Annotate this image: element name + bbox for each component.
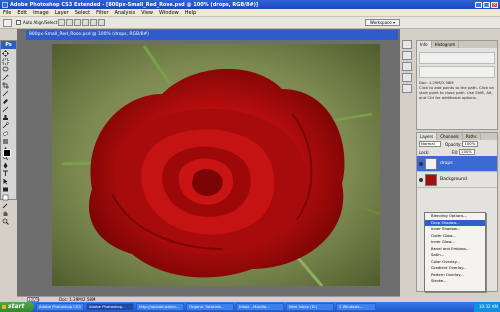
- eyedropper-tool-icon[interactable]: [2, 202, 9, 209]
- menu-view[interactable]: View: [138, 10, 156, 16]
- actions-panel-icon[interactable]: [402, 51, 412, 60]
- maximize-button[interactable]: □: [483, 1, 490, 8]
- menu-bar: File Edit Image Layer Select Filter Anal…: [0, 9, 500, 17]
- move-tool-icon[interactable]: [2, 50, 9, 57]
- tab-layers[interactable]: Layers: [417, 133, 438, 140]
- tab-paths[interactable]: Paths: [463, 133, 481, 140]
- healing-brush-tool-icon[interactable]: [2, 98, 9, 105]
- layer-name: Background: [440, 177, 467, 182]
- menu-item-stroke[interactable]: Stroke...: [425, 278, 485, 285]
- marquee-tool-icon[interactable]: [2, 58, 9, 65]
- fill-label: Fill:: [451, 149, 459, 155]
- clone-stamp-tool-icon[interactable]: [2, 114, 9, 121]
- tab-info[interactable]: Info: [417, 41, 432, 48]
- brush-tool-icon[interactable]: [2, 106, 9, 113]
- visibility-eye-icon[interactable]: [419, 161, 423, 166]
- tab-channels[interactable]: Channels: [437, 133, 463, 140]
- collapsed-panel-icons: [402, 40, 414, 100]
- menu-select[interactable]: Select: [72, 10, 93, 16]
- layer-thumbnail: [425, 157, 437, 170]
- layer-thumbnail: [425, 173, 437, 186]
- close-button[interactable]: ×: [491, 1, 498, 8]
- align-bottom-icon[interactable]: [74, 19, 82, 26]
- menu-file[interactable]: File: [0, 10, 14, 16]
- align-middle-icon[interactable]: [66, 19, 74, 26]
- fill-field[interactable]: 100%: [459, 149, 476, 155]
- system-tray-clock: 10:32 AM: [474, 302, 500, 312]
- photoshop-app-icon: [2, 1, 8, 8]
- type-tool-icon[interactable]: [2, 170, 9, 177]
- layer-name: drops: [440, 161, 453, 166]
- foreground-color-swatch[interactable]: [3, 149, 11, 157]
- options-bar: Auto Align/Select Workspace ▾: [0, 17, 500, 29]
- toolbox: Ps: [0, 40, 17, 225]
- opacity-label: Opacity:: [445, 141, 462, 147]
- eraser-tool-icon[interactable]: [2, 130, 9, 137]
- window-title: Adobe Photoshop CS3 Extended - [800px-Sm…: [10, 1, 259, 8]
- document-canvas[interactable]: [52, 44, 380, 286]
- rose-image: [52, 44, 380, 286]
- shape-tool-icon[interactable]: [2, 186, 9, 193]
- start-button[interactable]: start: [0, 302, 34, 312]
- notes-tool-icon[interactable]: [2, 194, 9, 201]
- lasso-tool-icon[interactable]: [2, 66, 9, 73]
- tool-preset-picker[interactable]: [3, 18, 12, 27]
- taskbar-item[interactable]: New Inbox (D:): [286, 303, 334, 311]
- magic-wand-tool-icon[interactable]: [2, 74, 9, 81]
- menu-image[interactable]: Image: [30, 10, 52, 16]
- tab-histogram[interactable]: Histogram: [432, 41, 460, 48]
- pen-tool-icon[interactable]: [2, 162, 9, 169]
- path-selection-tool-icon[interactable]: [2, 178, 9, 185]
- brushes-panel-icon[interactable]: [402, 73, 412, 82]
- taskbar-item[interactable]: http://upload.wikim...: [136, 303, 184, 311]
- menu-window[interactable]: Window: [156, 10, 182, 16]
- menu-help[interactable]: Help: [182, 10, 199, 16]
- auto-align-checkbox[interactable]: [16, 20, 21, 25]
- info-help-text: Click to add points to the path. Click o…: [419, 85, 494, 100]
- align-top-icon[interactable]: [58, 19, 66, 26]
- workspace-dropdown[interactable]: Workspace ▾: [364, 19, 400, 26]
- zoom-tool-icon[interactable]: [2, 218, 9, 225]
- gradient-tool-icon[interactable]: [2, 138, 9, 145]
- menu-edit[interactable]: Edit: [14, 10, 30, 16]
- toolbox-logo: Ps: [1, 41, 16, 49]
- tool-presets-panel-icon[interactable]: [402, 84, 412, 93]
- align-right-icon[interactable]: [98, 19, 106, 26]
- document-title-bar: 800px-Small_Red_Rose.psd @ 100% (drops, …: [26, 30, 398, 40]
- windows-taskbar: start Adobe Photoshop CS3 Adobe Photosho…: [0, 302, 500, 312]
- history-brush-tool-icon[interactable]: [2, 122, 9, 129]
- taskbar-item[interactable]: Organic Tutorials...: [186, 303, 234, 311]
- opacity-field[interactable]: 100%: [462, 141, 479, 147]
- taskbar-item[interactable]: Adobe Photoshop...: [86, 303, 134, 311]
- crop-tool-icon[interactable]: [2, 82, 9, 89]
- menu-analysis[interactable]: Analysis: [112, 10, 139, 16]
- info-color-readout: [419, 52, 495, 64]
- taskbar-item[interactable]: 2 Windows...: [336, 303, 376, 311]
- menu-filter[interactable]: Filter: [93, 10, 111, 16]
- menu-layer[interactable]: Layer: [52, 10, 72, 16]
- visibility-eye-icon[interactable]: [419, 177, 423, 182]
- info-position-readout: [419, 66, 495, 78]
- taskbar-item[interactable]: Adobe Photoshop CS3: [36, 303, 84, 311]
- color-swatches[interactable]: [3, 149, 15, 161]
- character-panel-icon[interactable]: [402, 62, 412, 71]
- layer-row-background[interactable]: Background: [417, 172, 497, 188]
- align-center-icon[interactable]: [90, 19, 98, 26]
- hand-tool-icon[interactable]: [2, 210, 9, 217]
- minimize-button[interactable]: _: [475, 1, 482, 8]
- lock-label: Lock:: [419, 149, 430, 155]
- window-title-bar: Adobe Photoshop CS3 Extended - [800px-Sm…: [0, 0, 500, 9]
- taskbar-item[interactable]: Inbox - Mozilla...: [236, 303, 284, 311]
- layer-row-drops[interactable]: drops: [417, 156, 497, 172]
- auto-align-label: Auto Align/Select: [23, 20, 58, 25]
- blend-mode-select[interactable]: Normal: [419, 141, 441, 147]
- layer-style-context-menu: Blending Options... Drop Shadow... Inner…: [424, 212, 486, 292]
- info-panel: Info Histogram Doc: 1.29M/2.58M Click to…: [416, 40, 498, 130]
- slice-tool-icon[interactable]: [2, 90, 9, 97]
- history-panel-icon[interactable]: [402, 40, 412, 49]
- align-left-icon[interactable]: [82, 19, 90, 26]
